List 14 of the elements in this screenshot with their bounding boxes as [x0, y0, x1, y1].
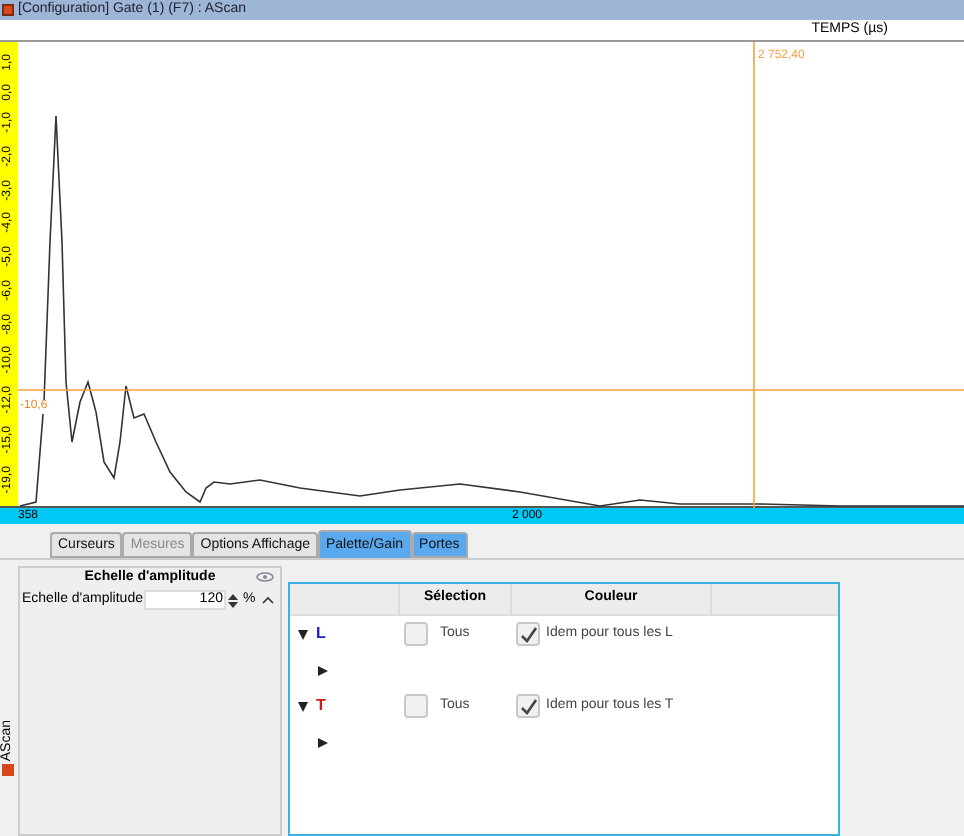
caret-up-icon[interactable] — [261, 596, 274, 604]
checkbox[interactable] — [516, 694, 540, 718]
expand-triangle-icon[interactable] — [298, 701, 308, 711]
group-label: T — [316, 694, 326, 718]
collapse-triangle-icon[interactable] — [318, 665, 328, 675]
eye-icon[interactable] — [256, 572, 274, 582]
group-label: L — [316, 622, 326, 646]
expand-triangle-icon[interactable] — [298, 629, 308, 639]
checkbox[interactable] — [404, 694, 428, 718]
app-icon — [2, 764, 14, 776]
app-icon — [2, 4, 14, 16]
checkbox[interactable] — [516, 622, 540, 646]
collapse-triangle-icon[interactable] — [318, 737, 328, 747]
checkbox[interactable] — [404, 622, 428, 646]
